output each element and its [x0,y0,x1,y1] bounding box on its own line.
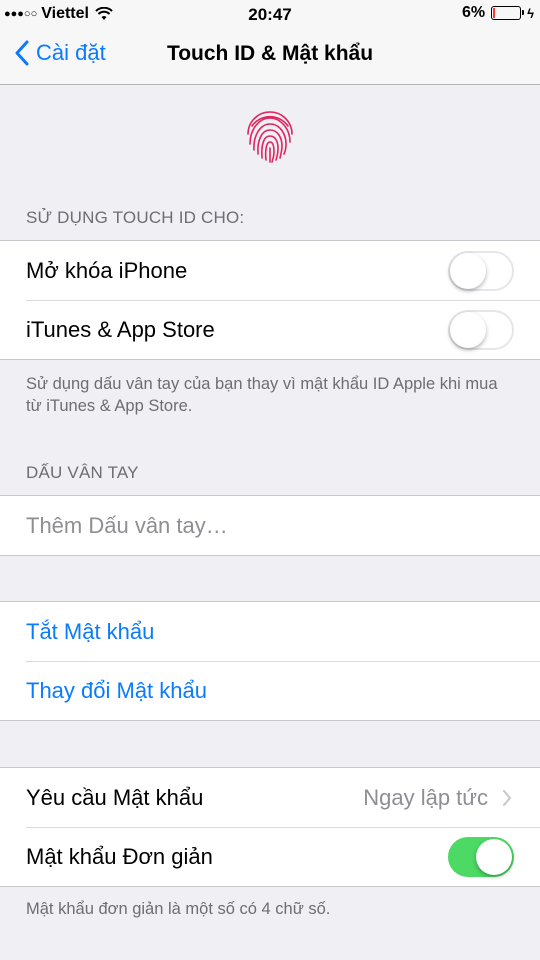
require-passcode-value: Ngay lập tức [363,784,488,810]
require-passcode-label: Yêu cầu Mật khẩu [26,784,204,810]
status-time: 20:47 [248,5,292,24]
itunes-app-store-row: iTunes & App Store [0,300,540,359]
simple-passcode-footer-note: Mật khẩu đơn giản là một số có 4 chữ số. [26,900,331,918]
battery-icon [491,6,525,20]
simple-passcode-label: Mật khẩu Đơn giản [26,843,213,869]
simple-passcode-toggle[interactable] [448,836,514,877]
change-passcode-row[interactable]: Thay đổi Mật khẩu [0,661,540,720]
turn-off-passcode-row[interactable]: Tắt Mật khẩu [0,602,540,661]
add-fingerprint-label: Thêm Dấu vân tay… [26,512,228,538]
navigation-bar: Cài đặt Touch ID & Mật khẩu [0,28,540,85]
turn-off-passcode-label: Tắt Mật khẩu [26,618,155,644]
page-title: Touch ID & Mật khẩu [166,42,374,65]
charging-bolt-icon: ϟ [527,5,534,21]
status-bar: ●●●○○ Viettel 20:47 6% ϟ [0,0,540,28]
status-right: 6% ϟ [462,4,534,22]
section-header-fingerprints: DẤU VÂN TAY [26,463,139,482]
toggle-knob [476,838,512,875]
touch-id-uses-group: Mở khóa iPhone iTunes & App Store [0,240,540,360]
battery-percent: 6% [461,4,486,21]
toggle-knob [450,252,486,289]
add-fingerprint-row[interactable]: Thêm Dấu vân tay… [0,496,540,555]
itunes-app-store-label: iTunes & App Store [26,316,215,342]
toggle-knob [450,311,486,348]
unlock-iphone-label: Mở khóa iPhone [26,257,188,283]
itunes-app-store-toggle[interactable] [448,309,514,350]
require-passcode-group: Yêu cầu Mật khẩu Ngay lập tức Mật khẩu Đ… [0,767,540,887]
unlock-iphone-row: Mở khóa iPhone [0,241,540,300]
simple-passcode-row: Mật khẩu Đơn giản [0,827,540,886]
change-passcode-label: Thay đổi Mật khẩu [26,677,207,703]
touch-id-footer-note: Sử dụng dấu vân tay của bạn thay vì mật … [26,375,498,415]
require-passcode-row[interactable]: Yêu cầu Mật khẩu Ngay lập tức [0,768,540,827]
passcode-group: Tắt Mật khẩu Thay đổi Mật khẩu [0,601,540,721]
fingerprint-icon [242,108,298,164]
chevron-right-icon [503,789,511,806]
battery-level [493,8,496,18]
unlock-iphone-toggle[interactable] [448,250,514,291]
fingerprints-group: Thêm Dấu vân tay… [0,495,540,556]
section-header-use-touch-id: SỬ DỤNG TOUCH ID CHO: [26,208,245,227]
